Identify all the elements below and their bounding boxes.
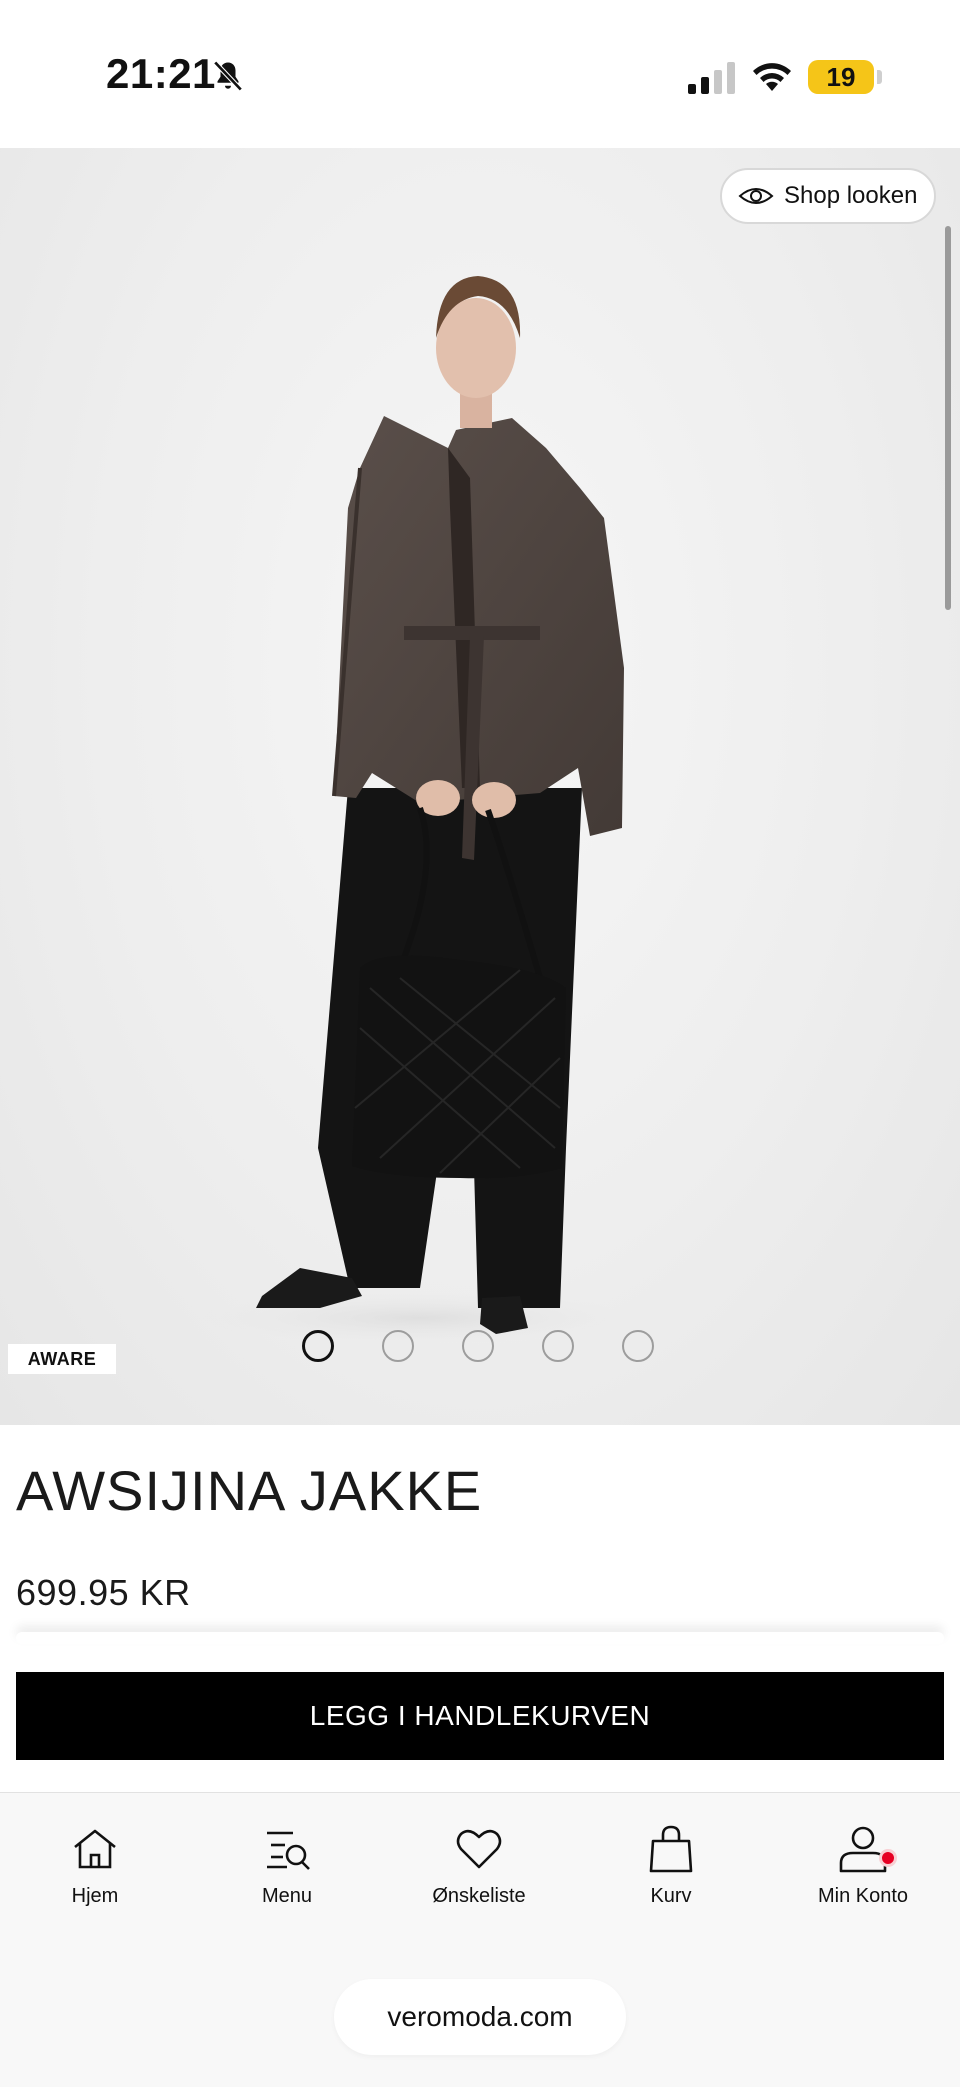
scrollbar[interactable]: [945, 226, 951, 610]
aware-badge: AWARE: [8, 1344, 116, 1374]
product-price: 699.95 KR: [16, 1572, 191, 1613]
bag-icon: [649, 1825, 693, 1873]
battery-tip: [877, 70, 882, 84]
status-bar: 21:21 19: [0, 0, 960, 148]
product-photo: [200, 276, 640, 1344]
nav-label-cart: Kurv: [650, 1885, 692, 1907]
nav-label-wishlist: Ønskeliste: [432, 1885, 526, 1907]
bell-slash-icon: [213, 60, 243, 92]
nav-label-account: Min Konto: [817, 1885, 909, 1907]
product-image-carousel[interactable]: Shop looken AWARE: [0, 148, 960, 1425]
shop-look-label: Shop looken: [784, 182, 918, 209]
clock: 21:21: [106, 50, 216, 97]
nav-item-menu[interactable]: Menu: [207, 1823, 367, 1923]
wifi-icon: [753, 63, 791, 91]
address-bar[interactable]: veromoda.com: [334, 1979, 626, 2055]
product-title: AWSIJINA JAKKE: [16, 1459, 483, 1522]
carousel-pagination: [302, 1330, 654, 1366]
nav-label-menu: Menu: [261, 1885, 313, 1907]
heart-icon: [456, 1829, 502, 1869]
shop-look-button[interactable]: Shop looken: [720, 168, 936, 224]
nav-item-wishlist[interactable]: Ønskeliste: [399, 1823, 559, 1923]
eye-icon: [738, 188, 774, 204]
carousel-dot[interactable]: [462, 1330, 494, 1362]
battery-level-text: 19: [826, 61, 856, 92]
signal-icon: [688, 62, 735, 94]
menu-search-icon: [267, 1831, 310, 1870]
bottom-nav: Hjem Menu Ønskeliste Kurv Min Konto: [0, 1793, 960, 1913]
home-icon: [74, 1829, 116, 1869]
carousel-dot[interactable]: [302, 1330, 334, 1362]
carousel-dot[interactable]: [542, 1330, 574, 1362]
add-to-cart-button[interactable]: LEGG I HANDLEKURVEN: [16, 1672, 944, 1760]
notification-dot: [879, 1849, 897, 1867]
user-icon: [839, 1826, 887, 1873]
nav-label-home: Hjem: [71, 1885, 119, 1907]
divider: [16, 1632, 944, 1644]
carousel-dot[interactable]: [622, 1330, 654, 1362]
nav-item-account[interactable]: Min Konto: [783, 1823, 943, 1923]
nav-item-cart[interactable]: Kurv: [591, 1823, 751, 1923]
nav-item-home[interactable]: Hjem: [15, 1823, 175, 1923]
carousel-dot[interactable]: [382, 1330, 414, 1362]
bottom-bar: Hjem Menu Ønskeliste Kurv Min Konto vero…: [0, 1792, 960, 2087]
battery-icon: 19: [808, 60, 874, 94]
